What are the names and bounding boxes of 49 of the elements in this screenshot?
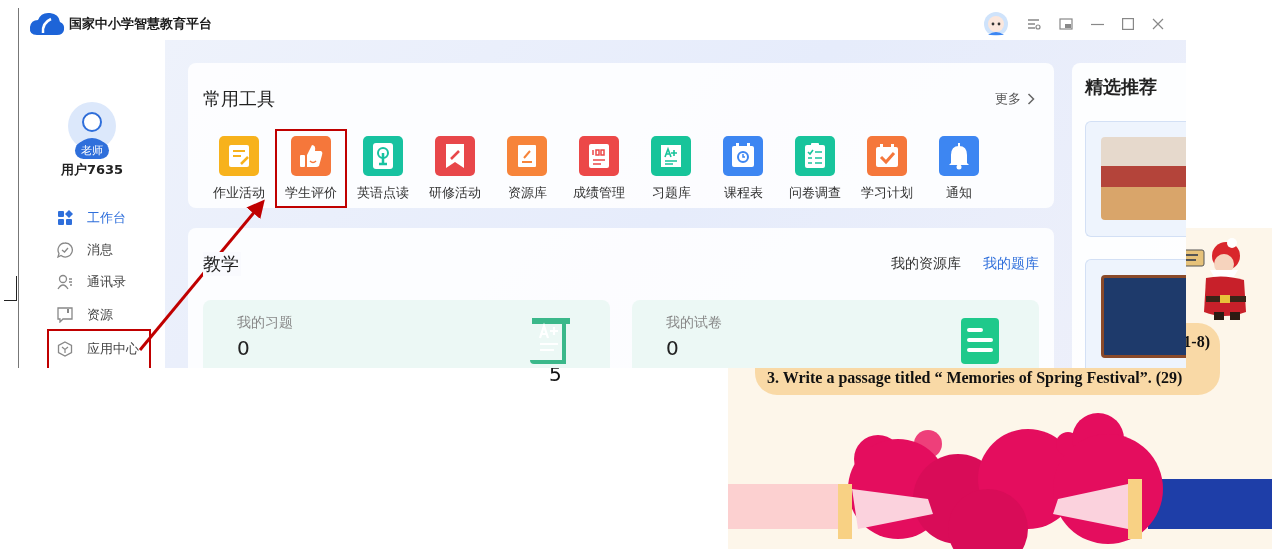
stat-value: 0 bbox=[666, 336, 680, 360]
logo-icon bbox=[29, 11, 65, 37]
minimize-icon[interactable] bbox=[1091, 22, 1104, 26]
section-title: 教学 bbox=[203, 252, 241, 276]
slide-text: 3. Write a passage titled “ Memories of Spring Festival”. (29) bbox=[767, 369, 1183, 387]
nav-item[interactable]: 通讯录 bbox=[19, 266, 126, 299]
tool-button[interactable]: 习题库 bbox=[635, 129, 707, 208]
tool-button[interactable]: 资源库 bbox=[491, 129, 563, 208]
stat-card[interactable]: 我的试卷 0 bbox=[632, 300, 1039, 368]
tool-button[interactable]: 研修活动 bbox=[419, 129, 491, 208]
user-name: 用户7635 bbox=[60, 161, 124, 180]
picture-icon[interactable] bbox=[1059, 18, 1073, 30]
tool-button[interactable]: 作业活动 bbox=[203, 129, 275, 208]
window-title: 国家中小学智慧教育平台 bbox=[69, 15, 212, 33]
tab-link[interactable]: 我的资源库 bbox=[891, 255, 961, 273]
contacts-icon bbox=[57, 274, 73, 291]
chevron-right-icon bbox=[1027, 93, 1035, 105]
nav-item[interactable]: 消息 bbox=[19, 233, 113, 267]
section-title: 精选推荐 bbox=[1085, 75, 1158, 99]
bracket-mark bbox=[4, 276, 17, 301]
settings-icon[interactable] bbox=[1027, 18, 1041, 30]
maximize-icon[interactable] bbox=[1122, 18, 1134, 30]
tool-button[interactable]: 英语点读 bbox=[347, 129, 419, 208]
featured-card[interactable] bbox=[1085, 121, 1186, 237]
tool-button[interactable]: 学生评价 bbox=[275, 129, 347, 208]
role-badge: 老师 bbox=[75, 142, 109, 159]
tool-button[interactable]: 课程表 bbox=[707, 129, 779, 208]
avatar-icon[interactable] bbox=[983, 11, 1009, 37]
grid-icon bbox=[57, 209, 73, 226]
more-link[interactable]: 更多 bbox=[995, 90, 1039, 108]
slide-text: 1-8) bbox=[1183, 333, 1210, 351]
nav-item[interactable]: 资源 bbox=[19, 298, 113, 331]
section-title: 常用工具 bbox=[203, 87, 275, 111]
stat-value: 0 bbox=[237, 336, 251, 360]
nav-item[interactable]: 应用中心 bbox=[49, 330, 149, 368]
tool-button[interactable]: 问卷调查 bbox=[779, 129, 851, 208]
tool-button[interactable]: 通知 bbox=[923, 129, 995, 208]
nav-item[interactable]: 工作台 bbox=[19, 201, 126, 234]
chat-icon bbox=[57, 241, 73, 258]
stat-label: 我的习题 bbox=[237, 314, 293, 332]
close-icon[interactable] bbox=[1152, 18, 1164, 30]
tool-button[interactable]: 学习计划 bbox=[851, 129, 923, 208]
tab-link[interactable]: 我的题库 bbox=[983, 255, 1039, 273]
tool-button[interactable]: 成绩管理 bbox=[563, 129, 635, 208]
featured-card[interactable] bbox=[1085, 259, 1186, 368]
stat-card[interactable]: 我的习题 0 bbox=[203, 300, 610, 368]
hexagon-icon bbox=[57, 341, 73, 358]
stat-label: 我的试卷 bbox=[666, 314, 722, 332]
book-icon bbox=[57, 306, 73, 323]
